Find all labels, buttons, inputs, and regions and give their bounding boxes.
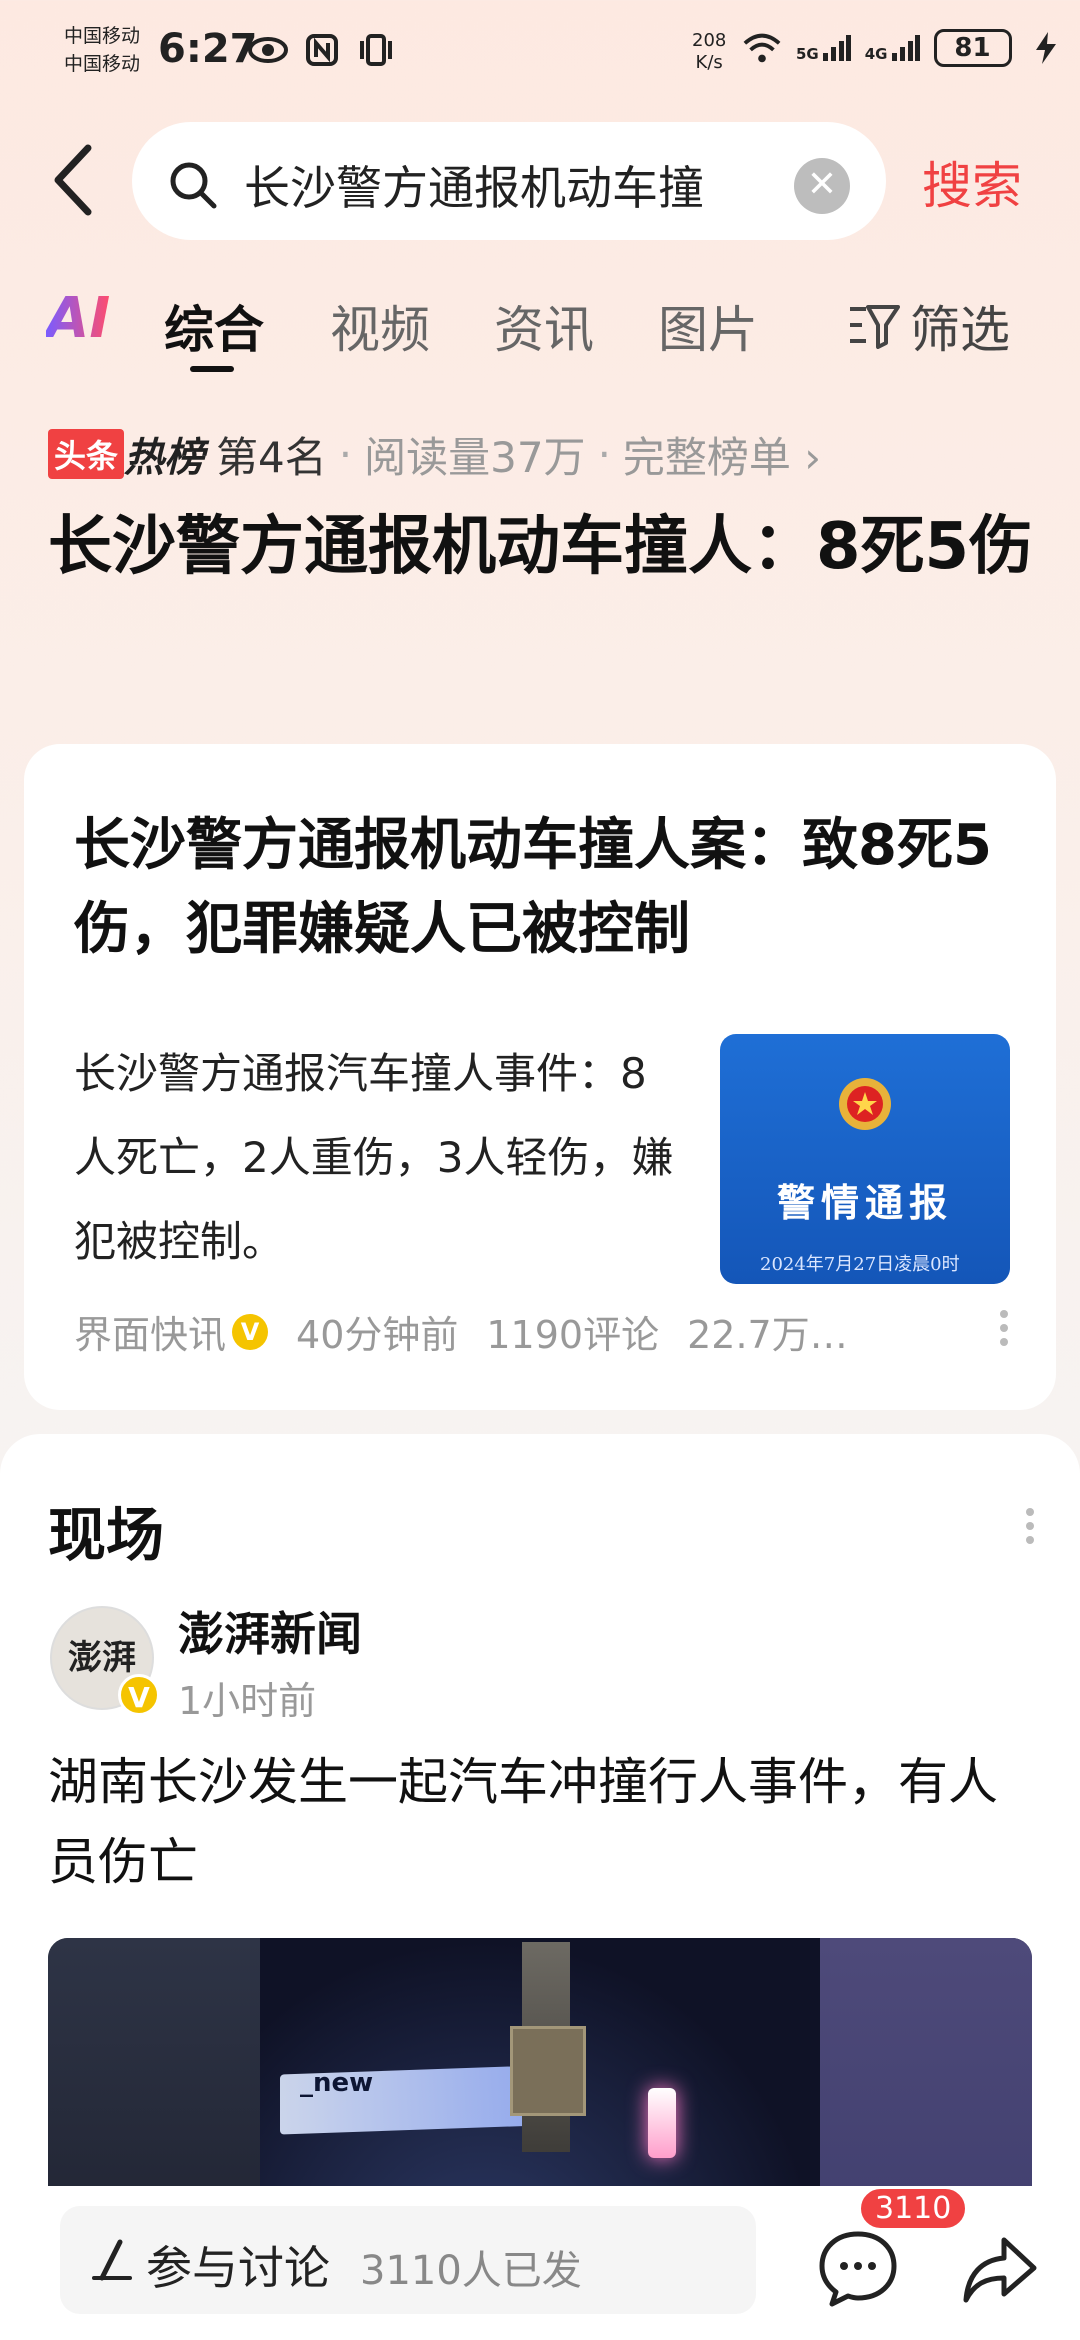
hot-list-info[interactable]: 头条 热榜 第4名 · 阅读量37万 · 完整榜单 › — [48, 424, 821, 484]
status-icons-left — [248, 30, 396, 70]
thumbnail-date: 2024年7月27日凌晨0时 — [760, 1254, 960, 1275]
author-name[interactable]: 澎湃新闻 — [178, 1598, 362, 1664]
page-title: 长沙警方通报机动车撞人：8死5伤 — [48, 510, 1034, 584]
status-bar: 中国移动 中国移动 6:27 208 K/s 5G 4G 81 — [0, 0, 1080, 110]
tab-images[interactable]: 图片 — [658, 290, 758, 362]
pen-icon — [90, 2238, 134, 2286]
full-list-link[interactable]: 完整榜单 › — [623, 424, 821, 485]
tab-news[interactable]: 资讯 — [494, 290, 594, 362]
separator-dot: · — [597, 429, 611, 479]
share-icon — [963, 2237, 1037, 2303]
search-button[interactable]: 搜索 — [922, 146, 1022, 218]
filter-icon — [850, 305, 900, 349]
comment-button[interactable] — [816, 2226, 900, 2310]
thumbnail-title: 警情通报 — [776, 1180, 953, 1225]
news-thumbnail[interactable]: 警情通报 2024年7月27日凌晨0时 — [720, 1034, 1010, 1284]
search-query[interactable]: 长沙警方通报机动车撞 — [244, 152, 764, 218]
discussion-label: 参与讨论 — [146, 2241, 330, 2295]
clear-search-button[interactable]: ✕ — [794, 158, 850, 214]
clock: 6:27 — [158, 26, 258, 72]
police-emblem-icon — [839, 1078, 891, 1130]
tab-comprehensive[interactable]: 综合 — [164, 290, 264, 362]
share-button[interactable] — [960, 2230, 1040, 2310]
news-time: 40分钟前 — [296, 1313, 459, 1357]
carrier-1: 中国移动 — [64, 25, 141, 47]
carrier-2: 中国移动 — [64, 53, 141, 75]
active-tab-indicator — [190, 366, 234, 372]
read-count: 阅读量37万 — [364, 432, 586, 482]
network-speed: 208 K/s — [692, 30, 726, 74]
traffic-light-box — [510, 2026, 586, 2116]
signal-5g-icon: 5G — [796, 33, 851, 63]
wifi-icon — [742, 28, 782, 68]
verified-icon: V — [232, 1313, 269, 1350]
back-arrow-icon — [54, 144, 92, 216]
search-icon — [168, 160, 218, 214]
status-icons-right: 5G 4G 81 — [742, 28, 1066, 68]
verified-icon: V — [118, 1674, 160, 1716]
carrier-info: 中国移动 中国移动 — [64, 22, 140, 78]
hot-list-word: 热榜 — [124, 435, 205, 481]
vibrate-icon — [356, 30, 396, 70]
post-text[interactable]: 湖南长沙发生一起汽车冲撞行人事件，有人员伤亡 — [48, 1742, 1008, 1902]
signal-4g-icon: 4G — [865, 33, 920, 63]
ai-logo[interactable]: AI — [46, 286, 110, 351]
nfc-icon — [302, 30, 342, 70]
more-options-icon[interactable] — [1026, 1508, 1034, 1544]
eye-icon — [248, 30, 288, 70]
battery-indicator: 81 — [933, 29, 1012, 67]
discussion-count: 3110人已发 — [360, 2248, 582, 2294]
search-input[interactable]: 长沙警方通报机动车撞 ✕ — [132, 122, 886, 240]
category-tabs: AI 综合 视频 资讯 图片 筛选 — [0, 286, 1080, 376]
news-summary: 长沙警方通报汽车撞人事件：8人死亡，2人重伤，3人轻伤，嫌犯被控制。 — [74, 1049, 674, 1266]
network-speed-unit: K/s — [695, 52, 723, 73]
discussion-input[interactable]: 参与讨论 3110人已发 — [60, 2206, 756, 2314]
separator-dot: · — [338, 429, 353, 479]
comment-count: 1190评论 — [486, 1313, 660, 1357]
network-speed-value: 208 — [692, 30, 727, 51]
comment-count-badge: 3110 — [858, 2186, 969, 2231]
news-meta: 界面快讯 V 40分钟前 1190评论 22.7万… — [74, 1304, 876, 1359]
filter-button[interactable]: 筛选 — [846, 290, 1010, 362]
signal-4g-label: 4G — [864, 45, 888, 63]
post-time: 1小时前 — [178, 1679, 317, 1723]
hot-rank: 第4名 — [216, 432, 327, 482]
toutiao-badge: 头条 — [48, 429, 125, 479]
more-options-icon[interactable] — [1000, 1310, 1012, 1346]
tab-video[interactable]: 视频 — [330, 290, 430, 362]
bottom-bar: 参与讨论 3110人已发 3110 — [0, 2186, 1080, 2340]
canopy-sign: _new — [300, 2068, 374, 2098]
signal-5g-label: 5G — [796, 45, 819, 63]
read-count: 22.7万… — [687, 1313, 848, 1357]
neon-light — [648, 2088, 676, 2158]
news-card[interactable]: 长沙警方通报机动车撞人案：致8死5伤，犯罪嫌疑人已被控制 长沙警方通报汽车撞人事… — [24, 744, 1056, 1410]
news-source[interactable]: 界面快讯 — [74, 1304, 226, 1359]
charging-icon — [1026, 28, 1066, 68]
news-title[interactable]: 长沙警方通报机动车撞人案：致8死5伤，犯罪嫌疑人已被控制 — [74, 804, 1014, 972]
back-button[interactable] — [44, 140, 104, 220]
filter-label: 筛选 — [910, 301, 1010, 359]
comment-icon — [819, 2231, 897, 2307]
section-title: 现场 — [48, 1501, 165, 1569]
